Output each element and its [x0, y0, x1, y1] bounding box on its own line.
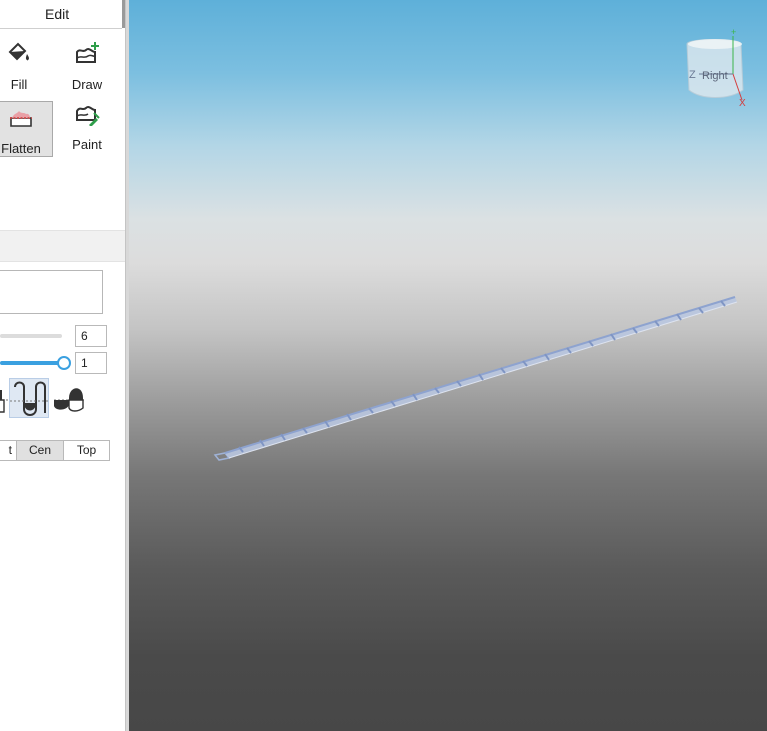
- brush-cylinder-icon: [10, 381, 50, 416]
- strength-slider-handle[interactable]: [57, 356, 71, 370]
- section-header[interactable]: [0, 230, 125, 262]
- terrain-ramp-parts[interactable]: [213, 296, 738, 461]
- scene-layer: + Z Right X: [213, 27, 746, 461]
- draw-tool-button[interactable]: Draw: [58, 38, 116, 94]
- terrain-paint-icon: [76, 106, 100, 126]
- paint-tool-label: Paint: [72, 137, 102, 152]
- fill-tool-label: Fill: [10, 77, 28, 92]
- brush-sphere-icon: [54, 388, 86, 412]
- strength-input[interactable]: 1: [75, 352, 107, 374]
- view-cube-face-label: Right: [702, 70, 728, 82]
- flatten-tool-label: Flatten: [1, 141, 41, 156]
- paint-tool-button[interactable]: Paint: [58, 98, 116, 154]
- paint-bucket-icon: [8, 42, 29, 61]
- brush-shape-cube-button[interactable]: [0, 378, 8, 418]
- pivot-center-button[interactable]: Cen: [16, 440, 64, 461]
- size-slider-track[interactable]: [0, 334, 62, 338]
- flatten-tool-button[interactable]: Flatten: [0, 101, 53, 157]
- x-axis-label: X: [739, 98, 746, 109]
- z-axis-label: Z: [689, 69, 696, 81]
- brush-shape-cylinder-button[interactable]: [9, 378, 50, 418]
- draw-tool-label: Draw: [71, 77, 103, 92]
- flatten-icon: [10, 111, 32, 127]
- tab-edit-label: Edit: [45, 6, 70, 22]
- view-cube[interactable]: + Z Right X: [686, 27, 746, 109]
- y-axis-arrow-icon: +: [731, 27, 736, 37]
- tab-edit[interactable]: Edit: [0, 0, 122, 29]
- size-input[interactable]: 6: [75, 325, 107, 347]
- terrain-add-icon: [76, 42, 99, 63]
- brush-cube-icon: [0, 390, 8, 413]
- pivot-bottom-button[interactable]: t: [0, 440, 17, 461]
- fill-tool-button[interactable]: Fill: [0, 38, 48, 94]
- brush-shape-sphere-button[interactable]: [52, 378, 88, 418]
- pivot-top-button[interactable]: Top: [63, 440, 110, 461]
- brush-settings-input[interactable]: [0, 270, 103, 314]
- terrain-editor-panel: Edit Fill Draw Flatten Paint 6 1 t Cen T…: [0, 0, 125, 731]
- 3d-viewport[interactable]: + Z Right X: [129, 0, 767, 731]
- strength-slider-track[interactable]: [0, 361, 62, 365]
